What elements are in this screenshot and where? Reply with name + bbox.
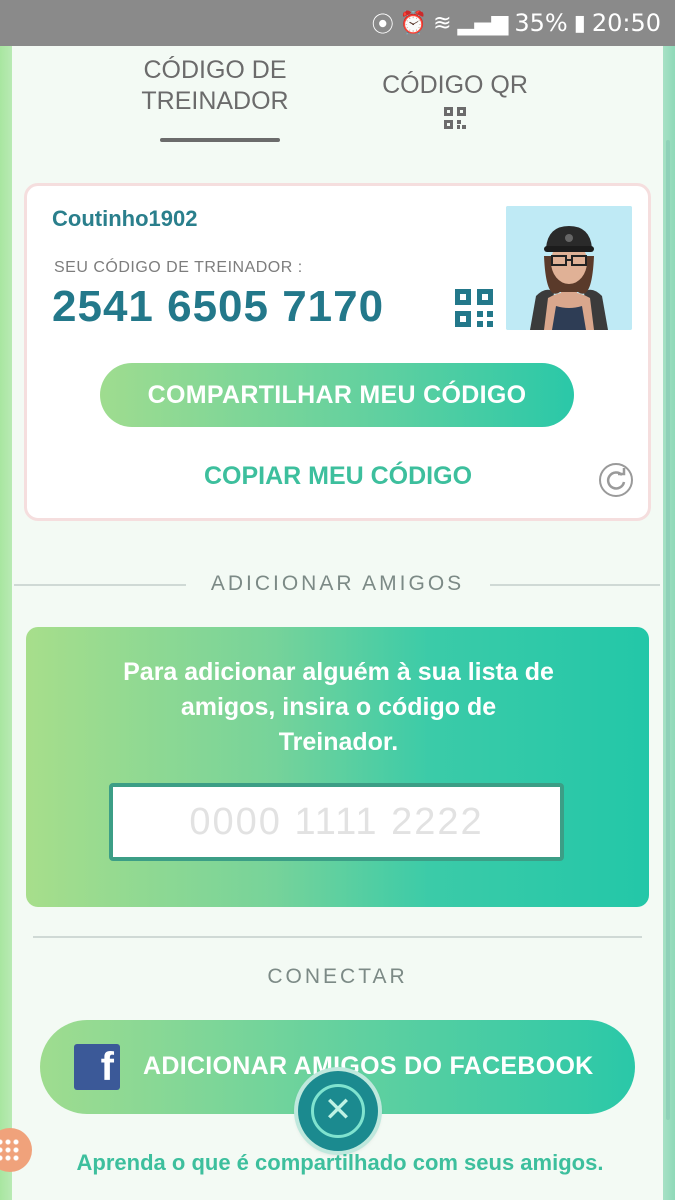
divider-right [490, 584, 660, 586]
active-tab-indicator [160, 138, 280, 142]
trainer-code-input[interactable] [109, 783, 564, 861]
copy-code-button[interactable]: COPIAR MEU CÓDIGO [150, 462, 526, 491]
connect-title: CONECTAR [267, 965, 408, 988]
learn-more-link[interactable]: Aprenda o que é compartilhado com seus a… [40, 1150, 640, 1176]
divider-left [14, 584, 186, 586]
status-bar: ⦿ ⏰ ≋ ▂▄▆ 35% ▮ 20:50 [0, 0, 675, 46]
location-icon: ⦿ [371, 13, 394, 38]
tab-qr-code[interactable]: CÓDIGO QR [370, 70, 540, 129]
scroll-indicator[interactable] [666, 140, 670, 1120]
add-friends-instruction: Para adicionar alguém à sua lista de ami… [123, 658, 554, 756]
add-friends-title: ADICIONAR AMIGOS [210, 572, 465, 595]
share-code-button[interactable]: COMPARTILHAR MEU CÓDIGO [100, 363, 574, 427]
clock: 20:50 [591, 9, 661, 37]
alarm-icon: ⏰ [399, 10, 428, 36]
battery-icon: ▮ [573, 10, 586, 36]
close-icon[interactable]: ✕ [298, 1090, 378, 1130]
tab-qr-code-label: CÓDIGO QR [382, 71, 528, 99]
facebook-button-label: ADICIONAR AMIGOS DO FACEBOOK [143, 1052, 594, 1080]
wifi-icon: ≋ [433, 10, 452, 36]
battery-percent: 35% [514, 9, 568, 37]
facebook-icon: f [74, 1044, 120, 1090]
trainer-avatar [506, 206, 632, 330]
tab-trainer-code[interactable]: CÓDIGO DE TREINADOR [135, 55, 295, 117]
trainer-code-label: SEU CÓDIGO DE TREINADOR : [54, 259, 303, 276]
divider-connect [33, 936, 642, 938]
qr-code-icon[interactable] [455, 289, 493, 327]
facebook-icon-letter: f [100, 1045, 114, 1089]
refresh-icon[interactable] [598, 462, 634, 498]
trainer-code-value: 2541 6505 7170 [52, 282, 385, 331]
trainer-name: Coutinho1902 [52, 206, 198, 231]
qr-code-icon [444, 107, 466, 129]
signal-icon: ▂▄▆ [457, 10, 509, 36]
tab-trainer-code-label: CÓDIGO DE TREINADOR [141, 56, 289, 115]
